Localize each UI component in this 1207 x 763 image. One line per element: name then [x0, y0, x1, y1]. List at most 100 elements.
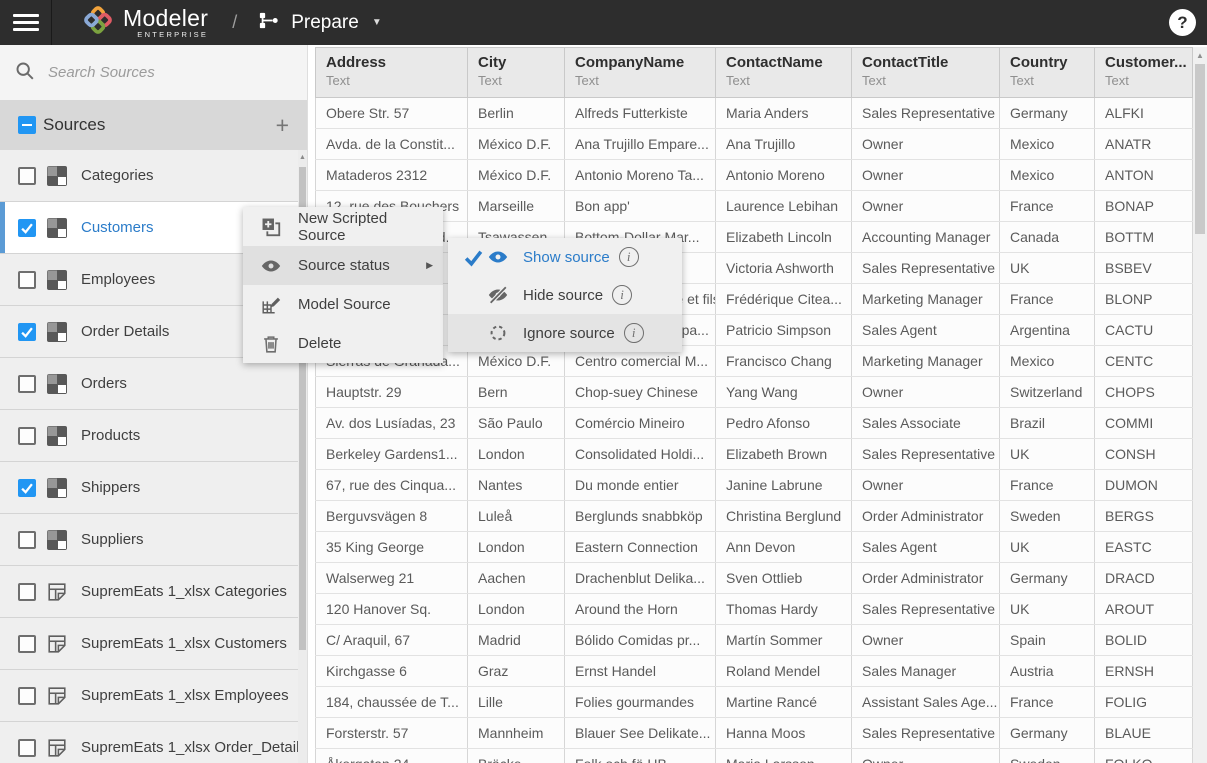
table-cell[interactable]: Sales Agent	[851, 532, 999, 562]
table-row[interactable]: 35 King GeorgeLondonEastern ConnectionAn…	[315, 532, 1193, 563]
table-cell[interactable]: Maria Anders	[715, 98, 851, 128]
submenu-item-ignore-source[interactable]: Ignore source i	[448, 314, 682, 352]
table-cell[interactable]: EASTC	[1094, 532, 1193, 562]
table-cell[interactable]: Walserweg 21	[315, 563, 467, 593]
menu-item-delete[interactable]: Delete	[243, 324, 443, 363]
table-cell[interactable]: Sales Representative	[851, 718, 999, 748]
source-list-item[interactable]: Categories	[0, 150, 298, 202]
source-checkbox[interactable]	[18, 427, 36, 445]
source-list-item[interactable]: Shippers	[0, 462, 298, 514]
table-cell[interactable]: Bon app'	[564, 191, 715, 221]
table-cell[interactable]: México D.F.	[467, 160, 564, 190]
table-cell[interactable]: CHOPS	[1094, 377, 1193, 407]
table-cell[interactable]: Mexico	[999, 129, 1094, 159]
app-logo[interactable]: Modeler ENTERPRISE	[82, 4, 208, 41]
table-cell[interactable]: Sweden	[999, 749, 1094, 763]
table-cell[interactable]: Owner	[851, 129, 999, 159]
table-cell[interactable]: Argentina	[999, 315, 1094, 345]
table-cell[interactable]: Berguvsvägen 8	[315, 501, 467, 531]
source-list-item[interactable]: SupremEats 1_xlsx Employees	[0, 670, 298, 722]
table-cell[interactable]: Sales Associate	[851, 408, 999, 438]
table-cell[interactable]: Sales Agent	[851, 315, 999, 345]
table-cell[interactable]: Graz	[467, 656, 564, 686]
table-cell[interactable]: Bólido Comidas pr...	[564, 625, 715, 655]
table-cell[interactable]: Germany	[999, 563, 1094, 593]
table-cell[interactable]: 184, chaussée de T...	[315, 687, 467, 717]
table-cell[interactable]: Ana Trujillo Empare...	[564, 129, 715, 159]
table-cell[interactable]: London	[467, 439, 564, 469]
table-cell[interactable]: Owner	[851, 160, 999, 190]
column-header[interactable]: Address Text	[315, 48, 467, 97]
column-header[interactable]: ContactName Text	[715, 48, 851, 97]
table-cell[interactable]: Hanna Moos	[715, 718, 851, 748]
table-cell[interactable]: CACTU	[1094, 315, 1193, 345]
table-cell[interactable]: UK	[999, 532, 1094, 562]
table-cell[interactable]: Blauer See Delikate...	[564, 718, 715, 748]
table-row[interactable]: C/ Araquil, 67MadridBólido Comidas pr...…	[315, 625, 1193, 656]
table-cell[interactable]: Thomas Hardy	[715, 594, 851, 624]
table-cell[interactable]: Janine Labrune	[715, 470, 851, 500]
table-cell[interactable]: Ana Trujillo	[715, 129, 851, 159]
table-row[interactable]: Fauntleroy CircusLondonB's BeveragesVict…	[315, 253, 1193, 284]
table-scrollbar[interactable]: ▲	[1193, 47, 1207, 763]
table-cell[interactable]: ALFKI	[1094, 98, 1193, 128]
table-cell[interactable]: 35 King George	[315, 532, 467, 562]
table-cell[interactable]: Luleå	[467, 501, 564, 531]
add-source-button[interactable]: +	[276, 115, 289, 135]
table-cell[interactable]: UK	[999, 439, 1094, 469]
info-icon[interactable]: i	[612, 285, 632, 305]
table-cell[interactable]: Assistant Sales Age...	[851, 687, 999, 717]
table-cell[interactable]: COMMI	[1094, 408, 1193, 438]
table-cell[interactable]: CENTC	[1094, 346, 1193, 376]
table-cell[interactable]: FOLKO	[1094, 749, 1193, 763]
table-cell[interactable]: France	[999, 687, 1094, 717]
table-cell[interactable]: Obere Str. 57	[315, 98, 467, 128]
table-cell[interactable]: France	[999, 470, 1094, 500]
table-cell[interactable]: Germany	[999, 718, 1094, 748]
column-header[interactable]: Country Text	[999, 48, 1094, 97]
table-cell[interactable]: UK	[999, 594, 1094, 624]
table-cell[interactable]: Consolidated Holdi...	[564, 439, 715, 469]
search-input[interactable]	[48, 64, 293, 81]
source-list-item[interactable]: Products	[0, 410, 298, 462]
table-cell[interactable]: Aachen	[467, 563, 564, 593]
table-row[interactable]: Walserweg 21AachenDrachenblut Delika...S…	[315, 563, 1193, 594]
table-cell[interactable]: México D.F.	[467, 129, 564, 159]
table-cell[interactable]: AROUT	[1094, 594, 1193, 624]
table-cell[interactable]: Lille	[467, 687, 564, 717]
scroll-up-icon[interactable]: ▲	[298, 150, 307, 165]
table-cell[interactable]: Mexico	[999, 346, 1094, 376]
table-cell[interactable]: Martín Sommer	[715, 625, 851, 655]
table-cell[interactable]: UK	[999, 253, 1094, 283]
table-cell[interactable]: ANATR	[1094, 129, 1193, 159]
table-cell[interactable]: Germany	[999, 98, 1094, 128]
table-cell[interactable]: BOTTM	[1094, 222, 1193, 252]
table-cell[interactable]: Brazil	[999, 408, 1094, 438]
help-button[interactable]: ?	[1169, 9, 1196, 36]
table-row[interactable]: Berguvsvägen 8LuleåBerglunds snabbköpChr…	[315, 501, 1193, 532]
scroll-up-icon[interactable]: ▲	[1193, 47, 1207, 63]
table-cell[interactable]: Antonio Moreno Ta...	[564, 160, 715, 190]
table-cell[interactable]: Owner	[851, 377, 999, 407]
submenu-item-show-source[interactable]: Show source i	[448, 238, 682, 276]
table-cell[interactable]: CONSH	[1094, 439, 1193, 469]
table-cell[interactable]: Bräcke	[467, 749, 564, 763]
table-cell[interactable]: Austria	[999, 656, 1094, 686]
table-cell[interactable]: Francisco Chang	[715, 346, 851, 376]
table-cell[interactable]: São Paulo	[467, 408, 564, 438]
table-cell[interactable]: Hauptstr. 29	[315, 377, 467, 407]
source-checkbox[interactable]	[18, 479, 36, 497]
table-cell[interactable]: Martine Rancé	[715, 687, 851, 717]
submenu-item-hide-source[interactable]: Hide source i	[448, 276, 682, 314]
hamburger-menu-icon[interactable]	[0, 0, 52, 45]
table-cell[interactable]: Pedro Afonso	[715, 408, 851, 438]
table-row[interactable]: 23 Tsawassen Blvd.TsawassenBottom-Dollar…	[315, 222, 1193, 253]
table-cell[interactable]: FOLIG	[1094, 687, 1193, 717]
section-dropdown-caret-icon[interactable]: ▼	[372, 17, 382, 28]
table-cell[interactable]: Ernst Handel	[564, 656, 715, 686]
table-cell[interactable]: BERGS	[1094, 501, 1193, 531]
table-cell[interactable]: Switzerland	[999, 377, 1094, 407]
menu-item-source-status[interactable]: Source status ▶	[243, 246, 443, 285]
table-row[interactable]: Åkergatan 24BräckeFolk och fä HBMaria La…	[315, 749, 1193, 763]
table-cell[interactable]: Elizabeth Brown	[715, 439, 851, 469]
